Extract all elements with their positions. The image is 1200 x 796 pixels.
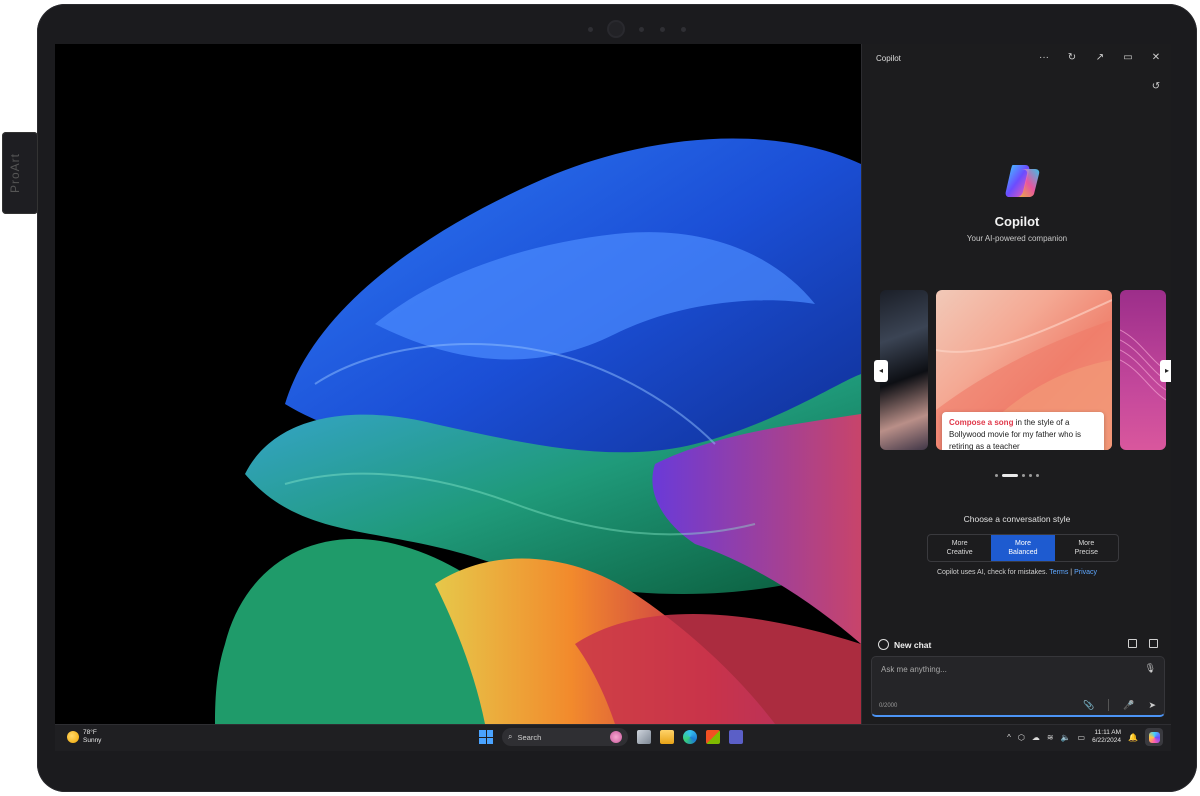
- weather-condition: Sunny: [83, 737, 102, 744]
- stylus-pen: ProArt: [2, 132, 38, 214]
- sensor-dot: [639, 26, 644, 32]
- file-explorer-icon[interactable]: [660, 730, 674, 744]
- sensor-dot: [660, 26, 665, 32]
- carousel-dot[interactable]: [1029, 474, 1032, 477]
- desktop-wallpaper: [55, 44, 861, 724]
- dock-panel-icon[interactable]: ▭: [1122, 52, 1134, 64]
- sensor-dot: [588, 26, 593, 32]
- divider: [1108, 699, 1110, 711]
- copilot-panel: Copilot ··· ↻ ↗ ▭ ✕ ↺ Copilot Your AI-po…: [861, 44, 1171, 724]
- conversation-style-label: Choose a conversation style: [963, 514, 1071, 524]
- edge-icon[interactable]: [683, 730, 697, 744]
- style-line: More: [1015, 540, 1031, 547]
- task-view-icon[interactable]: [637, 730, 651, 744]
- camera-lens: [609, 22, 623, 36]
- conversation-style-selector: More Creative More Balanced More Precise: [927, 534, 1119, 562]
- teams-icon[interactable]: [729, 730, 743, 744]
- screen: Copilot ··· ↻ ↗ ▭ ✕ ↺ Copilot Your AI-po…: [55, 44, 1171, 751]
- wifi-icon[interactable]: ≋: [1047, 733, 1054, 742]
- search-placeholder: Search: [517, 732, 542, 742]
- style-line: Precise: [1074, 549, 1098, 556]
- weather-widget[interactable]: 78°F Sunny: [67, 729, 101, 745]
- send-icon[interactable]: ➤: [1148, 700, 1156, 711]
- voice-icon[interactable]: 🎤: [1123, 700, 1134, 711]
- pen-label: ProArt: [8, 153, 22, 194]
- prompt-suggestion[interactable]: Compose a song in the style of a Bollywo…: [942, 412, 1104, 450]
- input-tools: 📎 🎤 ➤: [1083, 699, 1156, 711]
- clock-date: 6/22/2024: [1092, 737, 1122, 744]
- character-counter: 0/2000: [879, 703, 898, 709]
- store-icon[interactable]: [706, 730, 720, 744]
- search-highlight-icon: [610, 731, 622, 743]
- copilot-logo-icon: [1005, 165, 1040, 197]
- plugins-icon[interactable]: [1128, 639, 1137, 648]
- taskbar-apps: ⌕ Search: [479, 728, 743, 746]
- new-chat-icon: [878, 639, 889, 650]
- chat-input[interactable]: Ask me anything...: [881, 665, 947, 674]
- open-in-new-icon[interactable]: ↗: [1094, 52, 1106, 64]
- prompt-highlight: Compose a song: [949, 418, 1014, 427]
- carousel-dot[interactable]: [1002, 474, 1018, 477]
- system-tray: ^ ⬡ ☁ ≋ 🔈 ▭ 11:11 AM 6/22/2024 🔔: [1007, 728, 1163, 746]
- history-icon[interactable]: ↺: [1150, 81, 1162, 93]
- taskbar: 78°F Sunny ⌕ Search ^ ⬡ ☁ ≋ 🔈 ▭ 11:11 AM…: [55, 724, 1171, 751]
- carousel-prev-button[interactable]: ◂: [874, 360, 888, 382]
- chat-tools: [1128, 639, 1158, 648]
- start-button[interactable]: [479, 730, 493, 744]
- style-line: More: [951, 540, 968, 547]
- privacy-link[interactable]: Privacy: [1074, 569, 1097, 576]
- suggestion-card-active[interactable]: Compose a song in the style of a Bollywo…: [936, 290, 1112, 450]
- search-icon: ⌕: [508, 732, 513, 741]
- network-app-icon[interactable]: ⬡: [1018, 733, 1025, 742]
- new-chat-label: New chat: [894, 639, 932, 650]
- carousel-next-button[interactable]: ▸: [1160, 360, 1171, 382]
- carousel-indicator[interactable]: [862, 474, 1171, 477]
- sun-icon: [67, 731, 79, 743]
- refresh-icon[interactable]: ↻: [1066, 52, 1078, 64]
- carousel-dot[interactable]: [1036, 474, 1039, 477]
- bloom-wallpaper-art: [215, 138, 861, 724]
- notebook-icon[interactable]: [1149, 639, 1158, 648]
- copilot-tagline: Your AI-powered companion: [966, 234, 1068, 243]
- volume-icon[interactable]: 🔈: [1061, 733, 1071, 742]
- style-balanced-button[interactable]: More Balanced: [991, 535, 1055, 561]
- notification-bell-icon[interactable]: 🔔: [1128, 733, 1138, 742]
- chat-input-box[interactable]: Ask me anything... 🎙 0/2000 📎 🎤 ➤: [871, 656, 1165, 717]
- copilot-taskbar-button[interactable]: [1145, 728, 1163, 746]
- taskbar-search[interactable]: ⌕ Search: [502, 728, 628, 746]
- tray-overflow-icon[interactable]: ^: [1007, 733, 1011, 742]
- battery-icon[interactable]: ▭: [1078, 733, 1086, 742]
- clock-time: 11:11 AM: [1094, 729, 1122, 736]
- copilot-heading: Copilot: [994, 214, 1040, 229]
- disclaimer-text: Copilot uses AI, check for mistakes.: [936, 569, 1050, 576]
- carousel-dot[interactable]: [995, 474, 998, 477]
- suggestion-carousel: Compose a song in the style of a Bollywo…: [874, 290, 1171, 450]
- microphone-icon[interactable]: 🎙: [1145, 663, 1156, 674]
- new-chat-button[interactable]: New chat: [878, 639, 931, 650]
- style-line: More: [1078, 540, 1095, 547]
- window-controls: ··· ↻ ↗ ▭ ✕: [1038, 52, 1162, 64]
- onedrive-icon[interactable]: ☁: [1032, 733, 1040, 742]
- style-line: Balanced: [1008, 549, 1038, 556]
- sensor-dot: [681, 26, 686, 32]
- close-icon[interactable]: ✕: [1150, 52, 1162, 64]
- ai-disclaimer: Copilot uses AI, check for mistakes. Ter…: [862, 569, 1171, 576]
- attach-icon[interactable]: 📎: [1083, 700, 1094, 711]
- style-line: Creative: [946, 549, 973, 556]
- carousel-dot[interactable]: [1022, 474, 1025, 477]
- weather-temp: 78°F: [83, 729, 97, 736]
- more-options-icon[interactable]: ···: [1038, 52, 1050, 64]
- camera-bar: [517, 16, 757, 42]
- clock[interactable]: 11:11 AM 6/22/2024: [1092, 729, 1121, 745]
- style-creative-button[interactable]: More Creative: [928, 535, 991, 561]
- copilot-icon: [1148, 731, 1160, 743]
- style-precise-button[interactable]: More Precise: [1055, 535, 1118, 561]
- copilot-window-title: Copilot: [876, 54, 901, 63]
- terms-link[interactable]: Terms: [1049, 569, 1068, 576]
